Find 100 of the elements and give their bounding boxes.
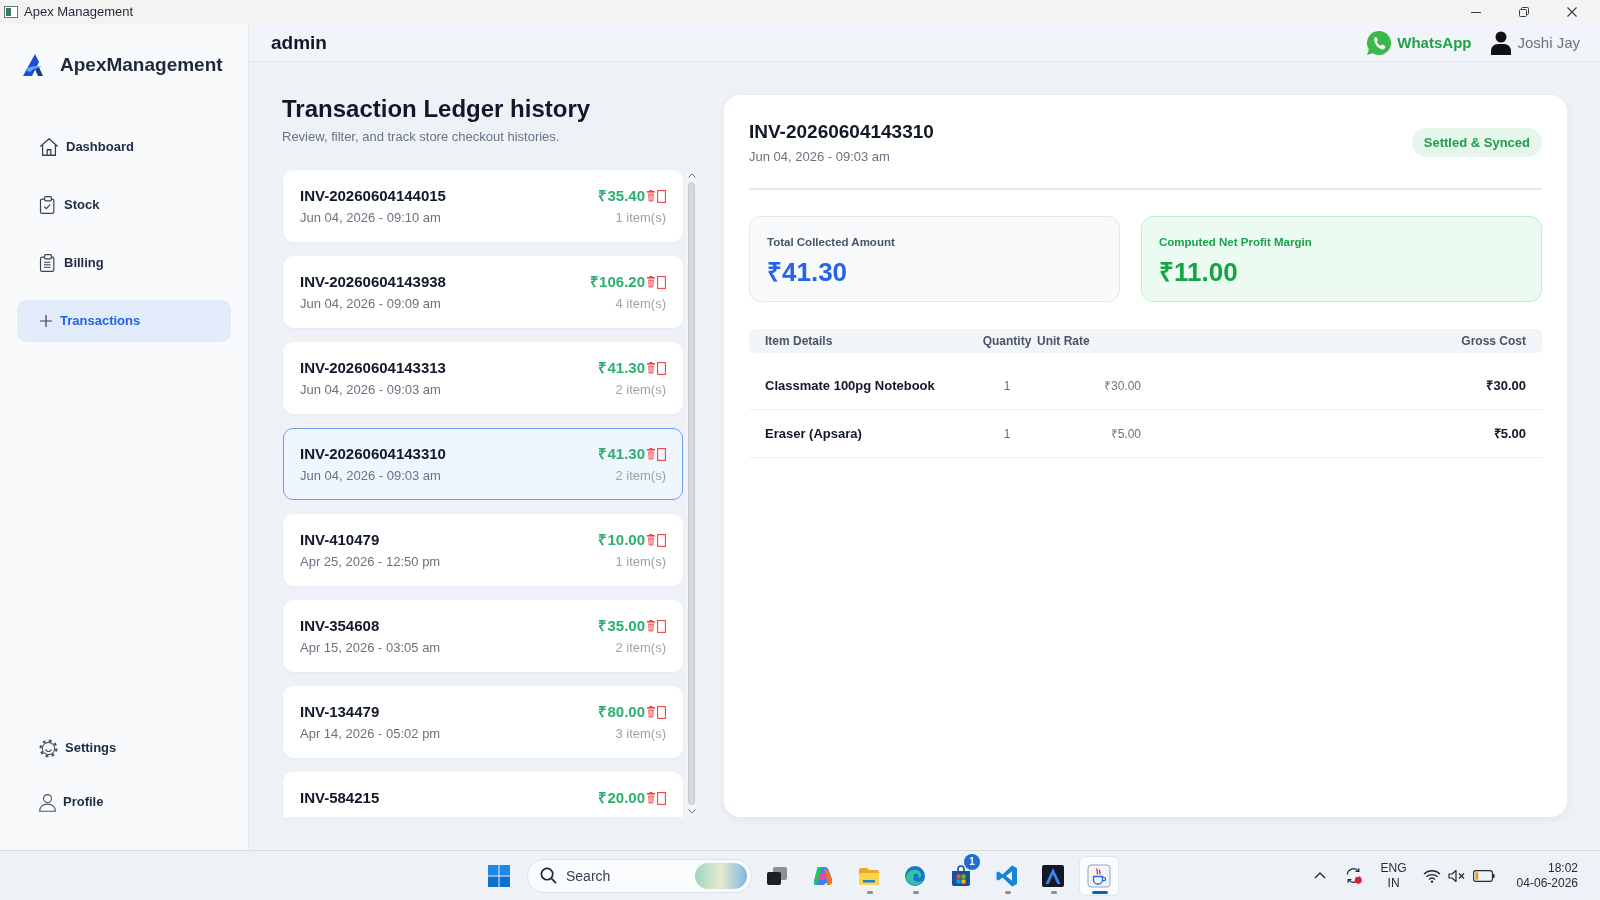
transaction-card[interactable]: INV-20260604143310 Jun 04, 2026 - 09:03 am ₹41.30 2 item(s) xyxy=(283,428,683,500)
item-count: 1 item(s) xyxy=(615,210,666,226)
nav-item[interactable]: Billing xyxy=(17,242,231,284)
table-cell-text: ₹30.00 xyxy=(1102,377,1141,394)
chevron-up-icon[interactable] xyxy=(687,173,696,178)
rectangle-outline-icon xyxy=(657,189,666,203)
battery-icon[interactable] xyxy=(1472,869,1495,882)
trash-icon xyxy=(647,534,655,546)
summary-value: ₹11.00 xyxy=(1159,257,1239,287)
illustration-placeholder xyxy=(695,862,747,889)
trash-icon xyxy=(647,706,655,718)
table-cell-text: 1 xyxy=(1002,377,1012,394)
rectangle-outline-icon xyxy=(657,533,666,547)
invoice-number: INV-584215 xyxy=(300,789,380,807)
person-silhouette-icon xyxy=(1491,30,1512,55)
invoice-amount: ₹41.30 xyxy=(598,445,645,463)
invoice-date: Jun 04, 2026 - 09:10 am xyxy=(300,210,442,226)
invoice-date: Jun 04, 2026 - 09:03 am xyxy=(300,468,442,484)
trash-icon xyxy=(647,276,655,288)
item-count: 1 item(s) xyxy=(615,554,666,570)
nav-item[interactable]: Dashboard xyxy=(17,126,231,168)
restore-icon xyxy=(1519,7,1529,17)
invoice-number: INV-20260604143310 xyxy=(300,445,446,463)
plus-icon xyxy=(38,313,54,329)
column-header: Gross Cost xyxy=(1460,334,1526,348)
invoice-number: INV-20260604144015 xyxy=(300,187,446,205)
trash-icon xyxy=(647,620,655,632)
rectangle-outline-icon xyxy=(657,361,666,375)
item-count: 3 item(s) xyxy=(615,726,666,742)
invoice-number: INV-20260604143313 xyxy=(300,359,446,377)
invoice-number: INV-354608 xyxy=(300,617,381,635)
search-field[interactable]: Search xyxy=(566,864,686,887)
transaction-card[interactable]: INV-134479 Apr 14, 2026 - 05:02 pm ₹80.00 3 item(s) xyxy=(283,686,683,758)
clock[interactable]: 18:02 04-06-2026 xyxy=(1516,860,1578,891)
coffee-cup-icon xyxy=(1087,863,1111,888)
nav-item[interactable]: Stock xyxy=(17,184,231,226)
detail-invoice-number: INV-20260604143310 xyxy=(749,121,934,143)
invoice-amount: ₹35.40 xyxy=(598,187,645,205)
trash-icon xyxy=(647,792,655,804)
taskbar-app[interactable]: 1 xyxy=(941,855,981,896)
summary-label: Computed Net Profit Margin xyxy=(1159,235,1313,249)
invoice-amount: ₹41.30 xyxy=(598,359,645,377)
invoice-number: INV-134479 xyxy=(300,703,381,721)
brand-name: ApexManagement xyxy=(60,53,223,77)
chevron-logo-icon xyxy=(995,863,1019,888)
table-cell-text: Eraser (Apsara) xyxy=(765,425,863,442)
wave-logo-icon xyxy=(903,863,927,888)
summary-value: ₹41.30 xyxy=(767,257,849,287)
invoice-amount: ₹10.00 xyxy=(598,531,645,549)
nav-item[interactable]: Transactions xyxy=(17,300,231,342)
speaker-muted-icon[interactable] xyxy=(1447,868,1466,883)
transaction-card[interactable]: INV-584215 ₹20.00 xyxy=(283,772,683,817)
close-icon xyxy=(1567,7,1577,17)
rectangle-outline-icon xyxy=(657,791,666,805)
invoice-amount: ₹20.00 xyxy=(598,789,645,807)
item-count: 2 item(s) xyxy=(615,468,666,484)
invoice-amount: ₹80.00 xyxy=(598,703,645,721)
user-menu[interactable]: Joshi Jay xyxy=(1491,30,1580,55)
search-icon xyxy=(540,867,557,884)
invoice-amount: ₹106.20 xyxy=(590,273,645,291)
logo-icon xyxy=(22,53,46,77)
transaction-card[interactable]: INV-354608 Apr 15, 2026 - 03:05 am ₹35.00 2 item(s) xyxy=(283,600,683,672)
transaction-card[interactable]: INV-20260604143313 Jun 04, 2026 - 09:03 am ₹41.30 2 item(s) xyxy=(283,342,683,414)
notification-badge: 1 xyxy=(964,853,980,870)
table-cell-text: ₹30.00 xyxy=(1485,377,1526,394)
search-box[interactable]: Search xyxy=(527,858,752,893)
column-header: Item Details xyxy=(765,334,834,348)
invoice-date: Apr 14, 2026 - 05:02 pm xyxy=(300,726,441,742)
phone-bubble-icon xyxy=(1366,29,1393,56)
table-cell-text: ₹5.00 xyxy=(1492,425,1526,442)
transaction-card[interactable]: INV-20260604143938 Jun 04, 2026 - 09:09 am ₹106.20 4 item(s) xyxy=(283,256,683,328)
trash-icon xyxy=(647,362,655,374)
language-indicator[interactable]: ENG IN xyxy=(1376,860,1411,891)
column-header: Unit Rate xyxy=(1036,334,1091,348)
page-subtitle: Review, filter, and track store checkout histories. xyxy=(282,129,561,145)
table-cell-text: 1 xyxy=(1002,425,1012,442)
invoice-amount: ₹35.00 xyxy=(598,617,645,635)
rectangle-outline-icon xyxy=(657,619,666,633)
chevron-down-icon[interactable] xyxy=(687,809,696,814)
page-title: Transaction Ledger history xyxy=(282,95,592,123)
person-icon xyxy=(38,791,57,813)
invoice-date: Apr 15, 2026 - 03:05 am xyxy=(300,640,441,656)
transaction-card[interactable]: INV-20260604144015 Jun 04, 2026 - 09:10 am ₹35.40 1 item(s) xyxy=(283,170,683,242)
invoice-number: INV-410479 xyxy=(300,531,381,549)
invoice-date: Apr 25, 2026 - 12:50 pm xyxy=(300,554,441,570)
rectangle-outline-icon xyxy=(657,447,666,461)
nav-item[interactable]: Profile xyxy=(17,781,231,823)
wifi-icon[interactable] xyxy=(1422,868,1441,883)
sync-alert-icon xyxy=(1344,866,1364,885)
scrollbar-thumb[interactable] xyxy=(688,182,695,805)
transaction-card[interactable]: INV-410479 Apr 25, 2026 - 12:50 pm ₹10.00 1 item(s) xyxy=(283,514,683,586)
minimize-icon xyxy=(1471,11,1481,13)
page-user-title: admin xyxy=(271,31,327,54)
item-count: 2 item(s) xyxy=(615,382,666,398)
detail-date: Jun 04, 2026 - 09:03 am xyxy=(749,149,891,165)
item-count: 2 item(s) xyxy=(615,640,666,656)
trash-icon xyxy=(647,448,655,460)
table-cell-text: ₹5.00 xyxy=(1109,425,1141,442)
nav-item[interactable]: Settings xyxy=(17,727,231,769)
home-icon xyxy=(38,136,60,158)
